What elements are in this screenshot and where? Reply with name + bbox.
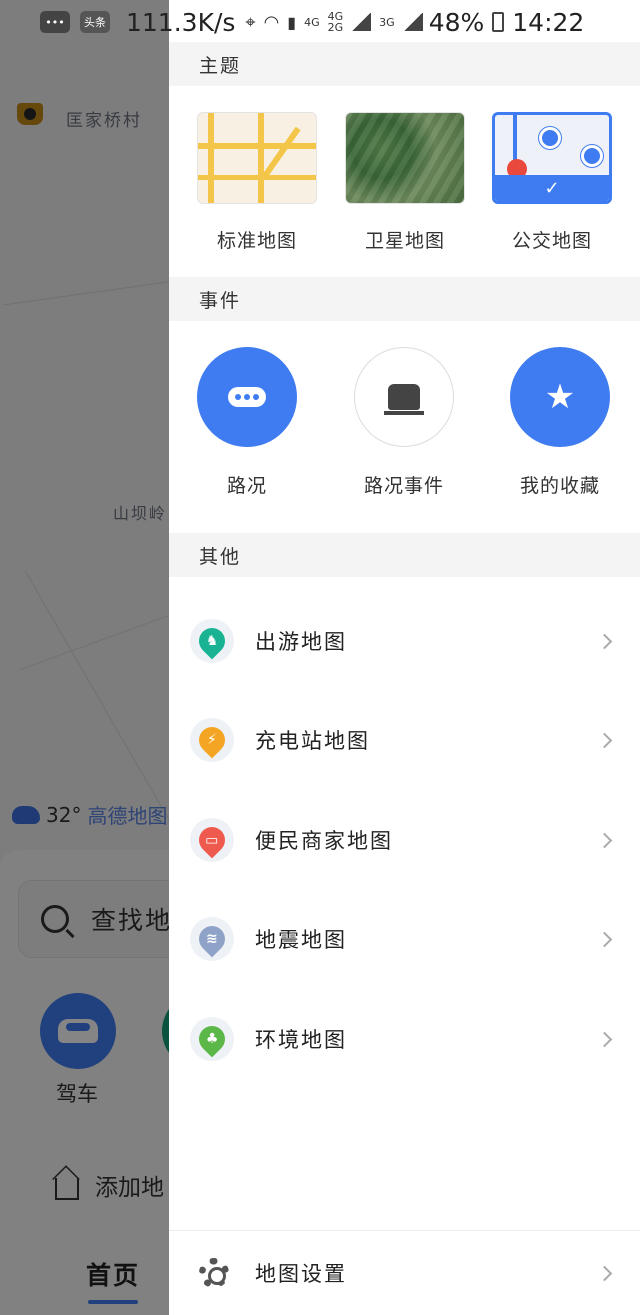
- shop-icon: ▭: [190, 818, 234, 862]
- event-road-incidents[interactable]: 路况事件: [354, 347, 454, 497]
- signal-icon: [351, 13, 372, 31]
- theme-label: 卫星地图: [364, 230, 445, 252]
- tree-icon: ♣: [190, 1017, 234, 1061]
- battery-percent: 48%: [428, 7, 485, 37]
- horse-icon: ♞: [190, 619, 234, 663]
- chevron-right-icon: [596, 832, 613, 848]
- selected-check-icon: ✓: [495, 175, 609, 201]
- section-header-events: 事件: [169, 277, 640, 321]
- more-notifications-icon: •••: [40, 11, 70, 33]
- theme-transit[interactable]: ✓ 公交地图: [492, 112, 612, 253]
- map-settings-label: 地图设置: [255, 1262, 347, 1286]
- earthquake-icon: ≋: [190, 917, 234, 961]
- theme-standard[interactable]: 标准地图: [197, 112, 317, 253]
- layer-drawer: 主题 标准地图 卫星地图 ✓ 公交地图 事件 路况 路况事件 ★ 我的收藏 其他…: [169, 0, 640, 1315]
- traffic-toggle[interactable]: [197, 347, 297, 447]
- standard-map-thumbnail: [197, 112, 317, 204]
- wifi-icon: ◠: [263, 11, 280, 33]
- chevron-right-icon: [596, 1265, 613, 1281]
- other-item-label: 地震地图: [255, 928, 347, 952]
- bus-stop-icon: [581, 145, 603, 167]
- other-item-merchant-map[interactable]: ▭ 便民商家地图: [169, 790, 640, 890]
- transit-map-thumbnail: ✓: [492, 112, 612, 204]
- road-event-icon: [384, 384, 424, 415]
- theme-label: 标准地图: [216, 230, 297, 252]
- gear-icon: [199, 1258, 229, 1288]
- favorites-toggle[interactable]: ★: [510, 347, 610, 447]
- event-label: 路况事件: [363, 475, 445, 497]
- map-settings-row[interactable]: 地图设置: [169, 1230, 640, 1315]
- charging-icon: ⚡: [190, 718, 234, 762]
- section-header-themes: 主题: [169, 42, 640, 86]
- theme-satellite[interactable]: 卫星地图: [345, 112, 465, 253]
- net-speed: 111.3K/s: [126, 7, 236, 37]
- clock: 14:22: [512, 7, 585, 37]
- chevron-right-icon: [596, 732, 613, 748]
- battery-icon: [492, 12, 505, 32]
- other-item-label: 环境地图: [255, 1028, 347, 1052]
- other-item-label: 充电站地图: [255, 729, 370, 753]
- chevron-right-icon: [596, 931, 613, 947]
- event-label: 路况: [226, 475, 268, 497]
- road-event-toggle[interactable]: [354, 347, 454, 447]
- other-item-travel-map[interactable]: ♞ 出游地图: [169, 591, 640, 691]
- event-traffic[interactable]: 路况: [197, 347, 297, 497]
- status-bar: ••• 头条 111.3K/s ⌖ ◠ ▮ 4G 4G 2G 3G 48% 14…: [0, 0, 640, 44]
- satellite-map-thumbnail: [345, 112, 465, 204]
- other-item-label: 便民商家地图: [255, 829, 393, 853]
- chevron-right-icon: [596, 633, 613, 649]
- bus-stop-icon: [539, 127, 561, 149]
- net-2: 4G 2G: [328, 11, 344, 33]
- net-1: 4G: [304, 15, 320, 29]
- event-label: 我的收藏: [519, 475, 601, 497]
- star-icon: ★: [544, 377, 576, 417]
- notif-chip: 头条: [80, 11, 110, 33]
- sim-icon: ▮: [287, 12, 297, 32]
- other-item-environment-map[interactable]: ♣ 环境地图: [169, 989, 640, 1089]
- location-icon: ⌖: [245, 11, 256, 33]
- net-3: 3G: [379, 15, 395, 29]
- other-item-earthquake-map[interactable]: ≋ 地震地图: [169, 889, 640, 989]
- event-favorites[interactable]: ★ 我的收藏: [510, 347, 610, 497]
- other-item-label: 出游地图: [255, 630, 347, 654]
- traffic-dots-icon: [228, 387, 266, 407]
- signal-icon: [402, 13, 423, 31]
- section-header-other: 其他: [169, 533, 640, 577]
- other-item-charging-map[interactable]: ⚡ 充电站地图: [169, 690, 640, 790]
- theme-label: 公交地图: [511, 230, 592, 252]
- chevron-right-icon: [596, 1031, 613, 1047]
- net-2-sub: 2G: [327, 21, 344, 34]
